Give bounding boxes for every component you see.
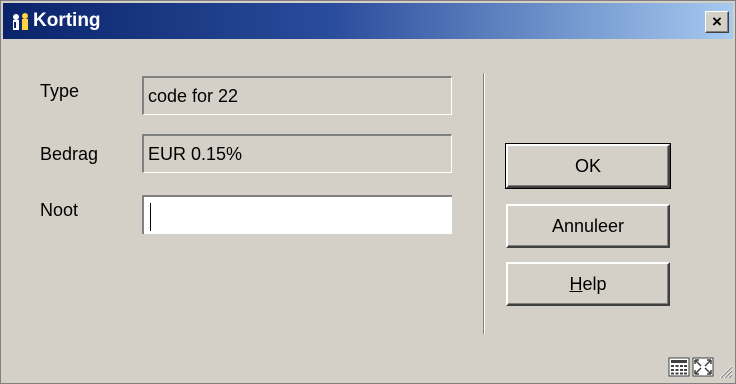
note-input[interactable]	[142, 195, 452, 234]
window-title: Korting	[33, 10, 101, 31]
resize-grip-icon[interactable]	[717, 363, 733, 379]
help-button[interactable]: Help	[506, 262, 670, 306]
cancel-button[interactable]: Annuleer	[506, 204, 670, 248]
expand-icon[interactable]	[692, 357, 714, 377]
dialog-window: Korting × Type code for 22 Bedrag EUR 0.…	[0, 0, 736, 384]
amount-label: Bedrag	[40, 144, 99, 164]
help-mnemonic: H	[569, 274, 583, 294]
help-label-rest: elp	[582, 274, 607, 294]
close-button[interactable]: ×	[705, 11, 729, 33]
text-caret	[150, 203, 151, 231]
type-label: Type	[40, 81, 80, 101]
vertical-divider	[483, 73, 484, 334]
title-bar[interactable]: Korting ×	[3, 3, 733, 39]
amount-field: EUR 0.15%	[142, 134, 452, 173]
note-label: Noot	[40, 200, 79, 220]
calculator-icon[interactable]	[668, 357, 690, 377]
type-field: code for 22	[142, 76, 452, 115]
ok-button[interactable]: OK	[505, 143, 671, 189]
app-icon	[13, 13, 28, 30]
